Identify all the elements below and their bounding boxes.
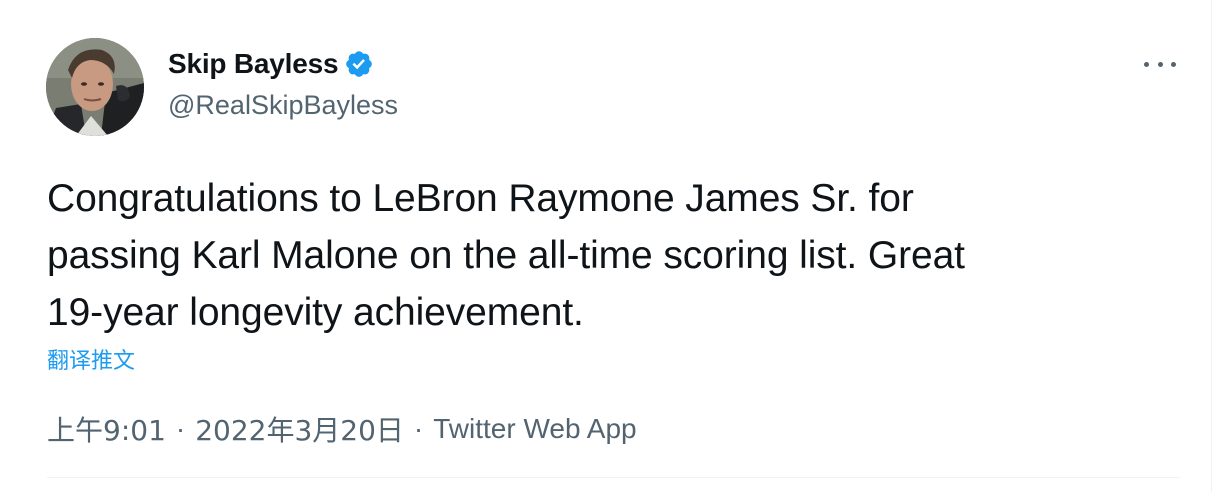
tweet-metadata: 上午9:01 · 2022年3月20日 · Twitter Web App [47,409,637,449]
translate-tweet-link[interactable]: 翻译推文 [47,343,135,375]
more-options-button[interactable] [1140,56,1180,72]
separator: · [175,413,186,444]
author-name-row[interactable]: Skip Bayless [168,48,374,80]
display-name[interactable]: Skip Bayless [168,48,339,80]
avatar[interactable] [46,38,144,136]
tweet-source[interactable]: Twitter Web App [433,413,636,445]
verified-badge-icon [344,49,374,79]
separator: · [413,413,424,444]
tweet-time[interactable]: 上午9:01 [47,409,166,449]
more-horizontal-icon [1157,61,1163,67]
avatar-image [46,38,144,136]
tweet-card: Skip Bayless @RealSkipBayless Congratula… [0,0,1222,492]
tweet-text: Congratulations to LeBron Raymone James … [47,177,965,334]
tweet-date[interactable]: 2022年3月20日 [195,409,404,449]
more-horizontal-icon [1171,61,1176,67]
more-horizontal-icon [1144,61,1149,67]
author-handle[interactable]: @RealSkipBayless [168,90,398,121]
column-border [1211,0,1212,492]
divider [47,477,1180,478]
